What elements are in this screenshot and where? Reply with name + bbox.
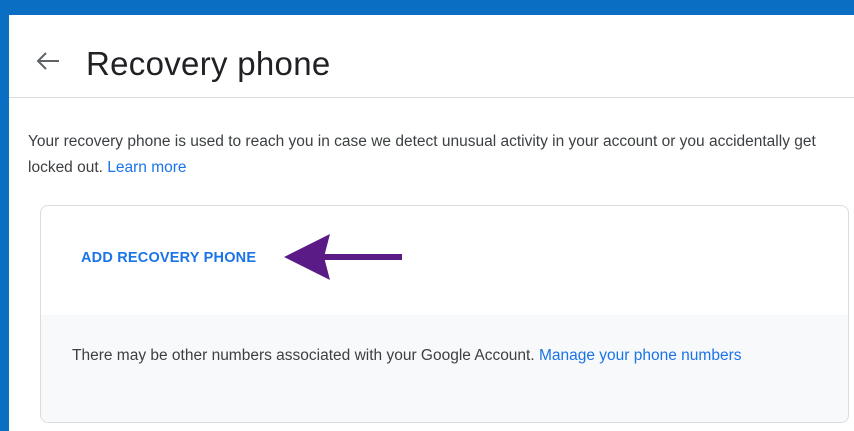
description-text: Your recovery phone is used to reach you… [28,129,818,181]
page-header: Recovery phone [9,15,854,98]
arrow-back-icon[interactable] [35,50,61,72]
card-note: There may be other numbers associated wi… [72,343,792,369]
learn-more-link[interactable]: Learn more [107,159,186,176]
page-frame: Recovery phone Your recovery phone is us… [9,15,854,431]
card-top-section: ADD RECOVERY PHONE [41,206,848,315]
manage-phone-numbers-link[interactable]: Manage your phone numbers [539,347,742,364]
arrow-left-icon [284,234,402,280]
recovery-phone-card: ADD RECOVERY PHONE There may be other nu… [40,205,849,423]
card-footer-section: There may be other numbers associated wi… [41,315,848,422]
add-recovery-phone-button[interactable]: ADD RECOVERY PHONE [81,250,256,266]
card-note-text: There may be other numbers associated wi… [72,347,535,364]
page-title: Recovery phone [86,45,331,82]
